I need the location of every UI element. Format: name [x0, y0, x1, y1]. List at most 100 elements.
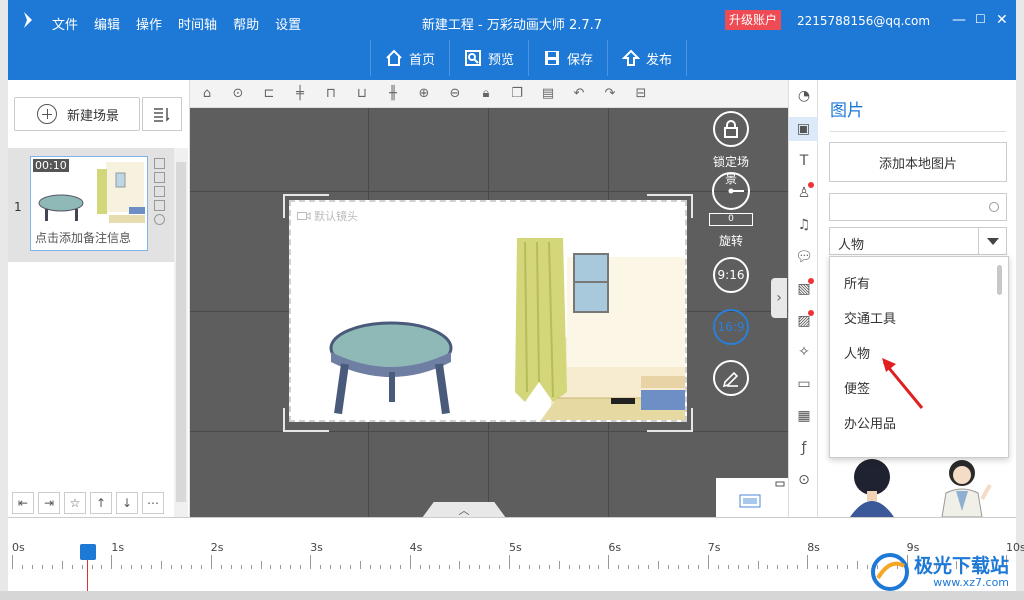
category-option-all[interactable]: 所有: [830, 267, 1008, 302]
person-thumbnail-2[interactable]: [926, 455, 996, 517]
dropdown-scrollbar[interactable]: [997, 265, 1002, 295]
scene-illustration[interactable]: [291, 202, 685, 420]
close-button[interactable]: ✕: [996, 12, 1008, 28]
align-middle-icon[interactable]: ╫: [382, 84, 404, 104]
ratio-916-button[interactable]: 9:16: [713, 257, 749, 293]
menu-edit[interactable]: 编辑: [94, 14, 120, 33]
copy-icon[interactable]: ❐: [506, 84, 528, 104]
home-icon[interactable]: ⌂: [196, 84, 218, 104]
menu-file[interactable]: 文件: [52, 14, 78, 33]
align-top-icon[interactable]: ⊓: [320, 84, 342, 104]
shape-icon[interactable]: ◔: [795, 87, 813, 105]
playhead-handle[interactable]: [80, 544, 96, 560]
timeline-tick: [479, 565, 481, 569]
menu-bar: 文件 编辑 操作 时间轴 帮助 设置: [52, 14, 317, 33]
music-icon[interactable]: ♫: [795, 216, 813, 234]
ratio-916-control[interactable]: 9:16: [709, 257, 753, 293]
search-icon[interactable]: [989, 202, 999, 212]
move-down-icon[interactable]: ↓: [116, 492, 138, 514]
publish-button[interactable]: 发布: [607, 40, 688, 76]
character-icon[interactable]: ♙: [795, 182, 814, 202]
lock-icon[interactable]: 🔒︎: [475, 84, 497, 104]
copy-scene-icon[interactable]: [154, 158, 165, 169]
more-options-icon[interactable]: ⊙: [227, 84, 249, 104]
minimize-button[interactable]: —: [952, 12, 966, 28]
image-search-input[interactable]: [829, 193, 1007, 221]
category-option-transport[interactable]: 交通工具: [830, 302, 1008, 337]
timeline-tick: [359, 561, 361, 569]
mini-preview[interactable]: [716, 478, 788, 517]
align-bottom-icon[interactable]: ⊔: [351, 84, 373, 104]
more-icon[interactable]: ⊙: [795, 471, 813, 489]
expand-up-icon[interactable]: ︿: [422, 502, 506, 517]
maximize-button[interactable]: ☐: [975, 12, 986, 26]
export-icon[interactable]: ⇥: [38, 492, 60, 514]
menu-help[interactable]: 帮助: [233, 14, 259, 33]
home-icon: [386, 49, 402, 66]
timeline[interactable]: 0s 1s 2s 3s 4s 5s 6s 7s 8s 9s 10s: [8, 517, 1024, 592]
svg-icon[interactable]: ▧: [795, 278, 814, 298]
more-icon[interactable]: ⋯: [142, 492, 164, 514]
timeline-tick: [141, 565, 143, 569]
home-button[interactable]: 首页: [370, 40, 449, 76]
collapse-panel-arrow-icon[interactable]: ›: [771, 278, 787, 318]
save-button[interactable]: 保存: [528, 40, 607, 76]
timeline-tick: [200, 565, 202, 569]
timeline-tick: [459, 561, 461, 569]
move-up-icon[interactable]: ↑: [90, 492, 112, 514]
upgrade-account-button[interactable]: 升级账户: [725, 10, 782, 30]
folder-icon[interactable]: ▭: [795, 375, 813, 393]
lock-scene-icon[interactable]: [713, 111, 749, 147]
redo-icon[interactable]: ↷: [599, 84, 621, 104]
scene-note[interactable]: 点击添加备注信息: [35, 229, 143, 246]
category-select[interactable]: 人物: [829, 227, 1007, 255]
timeline-tick: [101, 565, 103, 569]
account-email[interactable]: 2215788156@qq.com: [797, 14, 930, 28]
preview-icon: [465, 50, 482, 66]
stage-frame[interactable]: 默认镜头: [289, 200, 687, 422]
timeline-ruler[interactable]: 0s 1s 2s 3s 4s 5s 6s 7s 8s 9s 10s: [8, 537, 1024, 573]
align-center-icon[interactable]: ╪: [289, 84, 311, 104]
person-thumbnail-1[interactable]: [836, 455, 906, 517]
favorite-scene-icon[interactable]: [154, 214, 165, 225]
new-scene-label: 新建场景: [67, 108, 120, 124]
text-icon[interactable]: T: [795, 152, 813, 170]
canvas-area[interactable]: 默认镜头 锁定场景 0 旋转 9:16 16:9 › ︿: [190, 108, 788, 517]
preview-button[interactable]: 预览: [449, 40, 528, 76]
add-local-image-button[interactable]: 添加本地图片: [829, 142, 1007, 182]
star-icon[interactable]: ☆: [64, 492, 86, 514]
ratio-169-button[interactable]: 16:9: [713, 309, 749, 345]
menu-timeline[interactable]: 时间轴: [178, 14, 217, 33]
timeline-tick: [628, 565, 630, 569]
rotate-value[interactable]: 0: [709, 213, 753, 226]
edit-control[interactable]: [709, 360, 753, 396]
rotate-dial-icon[interactable]: [712, 172, 750, 210]
bubble-icon[interactable]: 💬︎: [795, 248, 813, 266]
zoom-in-icon[interactable]: ⊕: [413, 84, 435, 104]
paste-icon[interactable]: ▤: [537, 84, 559, 104]
image-icon[interactable]: ▣: [789, 117, 818, 141]
align-left-icon[interactable]: ⊏: [258, 84, 280, 104]
edit-pen-icon[interactable]: [713, 360, 749, 396]
paste-scene-icon[interactable]: [154, 200, 165, 211]
clear-icon[interactable]: ⊟: [630, 84, 652, 104]
new-scene-button[interactable]: 新建场景: [14, 97, 140, 131]
ratio-169-control[interactable]: 16:9: [709, 309, 753, 345]
film-icon[interactable]: ▦: [795, 407, 813, 425]
timeline-tick: [449, 565, 451, 569]
import-icon[interactable]: ⇤: [12, 492, 34, 514]
delete-scene-icon[interactable]: [154, 172, 165, 183]
zoom-out-icon[interactable]: ⊖: [444, 84, 466, 104]
rotate-control[interactable]: 0 旋转: [709, 172, 753, 249]
menu-operate[interactable]: 操作: [136, 14, 162, 33]
scene-sort-button[interactable]: [142, 97, 182, 131]
scene-settings-icon[interactable]: [154, 186, 165, 197]
menu-settings[interactable]: 设置: [275, 14, 301, 33]
chevron-down-icon[interactable]: [978, 228, 1006, 254]
picture-icon[interactable]: ▨: [795, 310, 814, 330]
scene-thumbnail[interactable]: 00:10 点击添加备注信息: [30, 156, 148, 251]
scene-list-scrollbar[interactable]: [174, 148, 188, 517]
magic-wand-icon[interactable]: ✧: [795, 343, 813, 361]
undo-icon[interactable]: ↶: [568, 84, 590, 104]
formula-icon[interactable]: ƒ: [795, 439, 813, 457]
